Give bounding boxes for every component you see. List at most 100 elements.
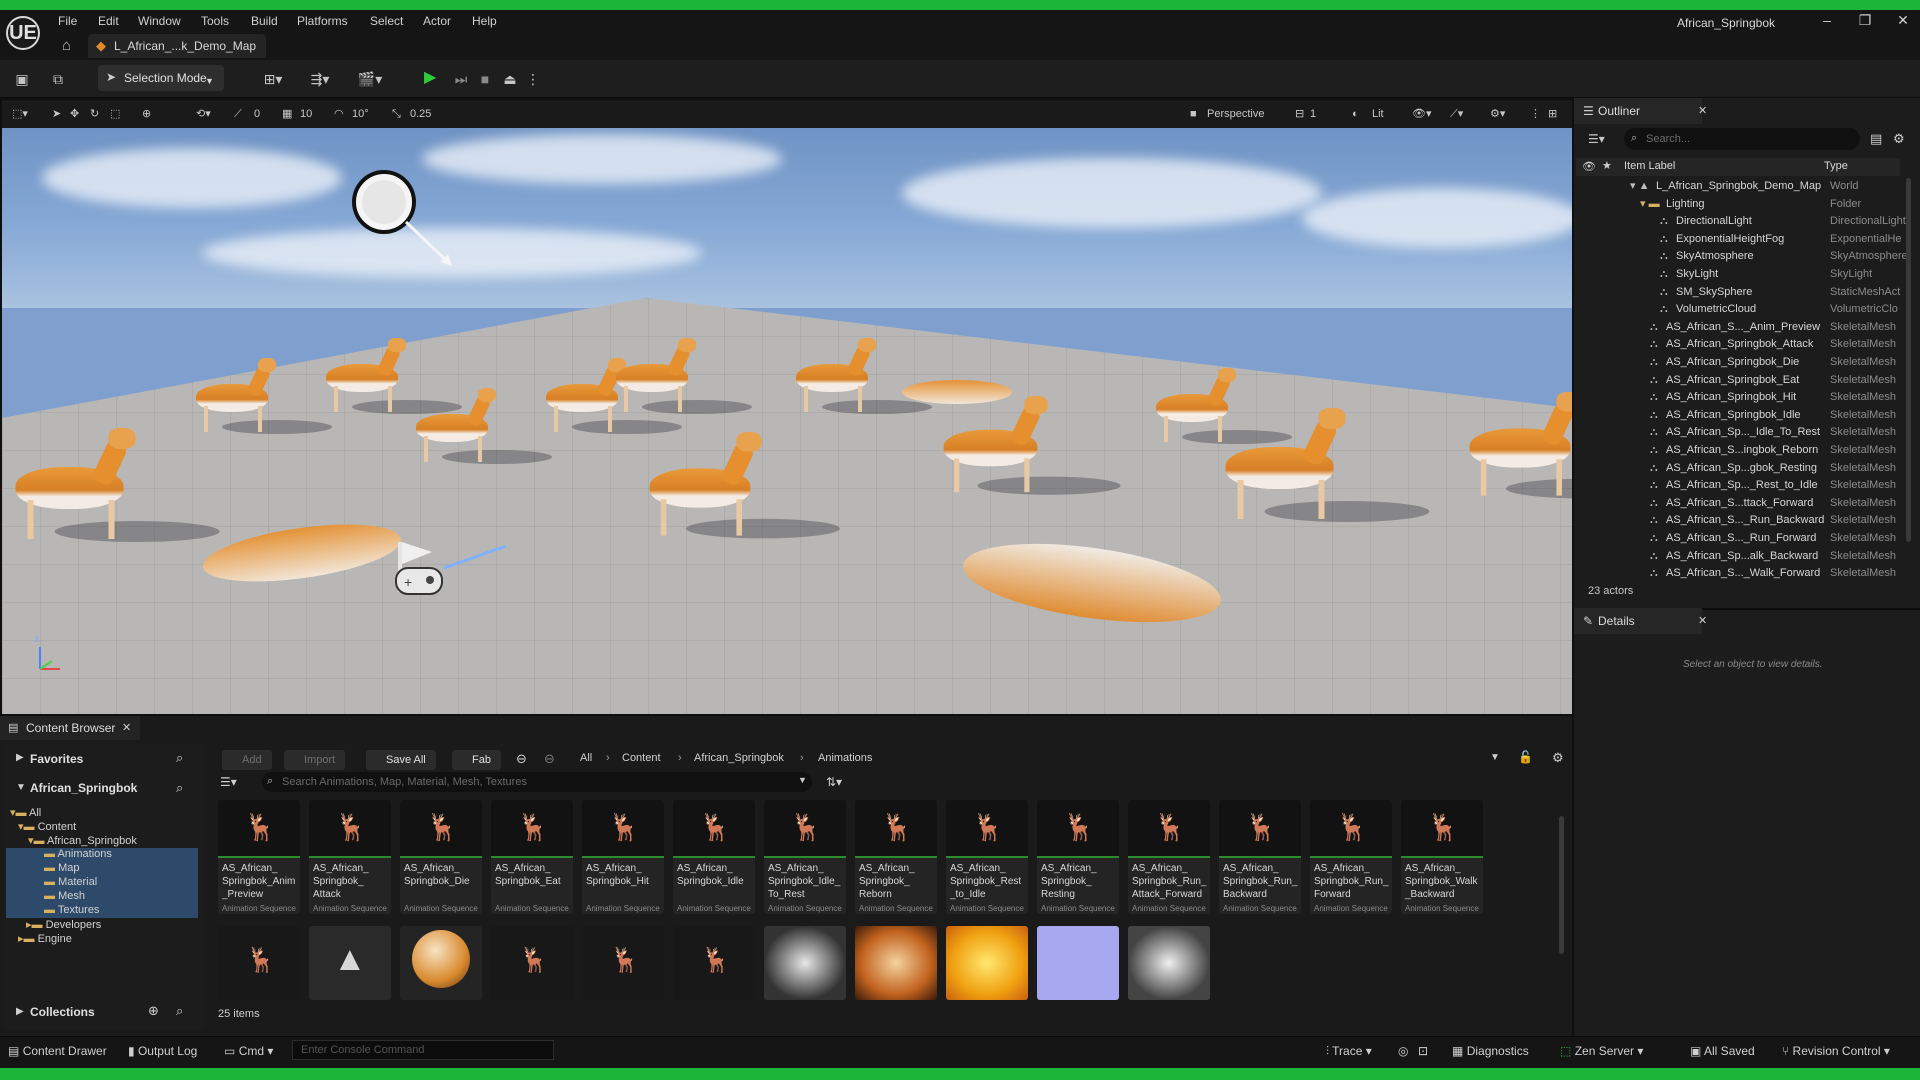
asset-tile[interactable]: 🦌 AS_African_ Springbok_ Reborn Animation … bbox=[855, 800, 937, 914]
filter-icon[interactable]: ☰▾ bbox=[220, 775, 237, 789]
texture-tile[interactable] bbox=[764, 926, 846, 1000]
asset-tile[interactable]: 🦌 AS_African_ Springbok_ Attack Animation … bbox=[309, 800, 391, 914]
home-icon[interactable]: ⌂ bbox=[62, 37, 71, 54]
unreal-logo-icon[interactable]: UE bbox=[6, 16, 40, 50]
outliner-row[interactable]: ⛬ AS_African_Springbok_Attack SkeletalMesh bbox=[1576, 336, 1906, 354]
tree-item-textures[interactable]: ▬ Textures bbox=[6, 904, 198, 918]
tree-item-animations-selected[interactable]: ▬ Animations bbox=[6, 848, 198, 862]
asset-tile[interactable]: 🦌 AS_African_ Springbok_Idle Animation Seq… bbox=[673, 800, 755, 914]
details-tab[interactable]: Details bbox=[1574, 608, 1702, 634]
springbok-actor-lying[interactable] bbox=[902, 380, 1012, 404]
outliner-row[interactable]: ⛬ AS_African_S...ttack_Forward SkeletalMes… bbox=[1576, 495, 1906, 513]
tree-item-developers[interactable]: ▸▬ Developers bbox=[26, 918, 101, 931]
import-button[interactable]: Import bbox=[284, 750, 346, 770]
asset-tile[interactable]: 🦌 AS_African_ Springbok_Anim _Preview Anim… bbox=[218, 800, 300, 914]
cinematics-icon[interactable]: 🎬▾ bbox=[354, 68, 386, 90]
eject-icon[interactable]: ⏏ bbox=[500, 68, 520, 90]
project-section[interactable]: African_Springbok bbox=[30, 781, 137, 795]
springbok-actor[interactable] bbox=[602, 338, 752, 414]
outliner-settings-icon[interactable]: ⚙ bbox=[1893, 131, 1905, 147]
asset-tile[interactable]: 🦌 AS_African_ Springbok_Rest _to_Idle Anim… bbox=[946, 800, 1028, 914]
add-button[interactable]: Add bbox=[222, 750, 272, 770]
lock-icon[interactable]: 🔓 bbox=[1518, 750, 1533, 764]
asset-tile[interactable]: ▲ bbox=[309, 926, 391, 1000]
translate-tool-icon[interactable]: ✥ bbox=[70, 106, 79, 122]
stop-icon[interactable]: ■ bbox=[476, 68, 494, 90]
diagnostics-button[interactable]: ▦ Diagnostics bbox=[1452, 1040, 1529, 1062]
content-browser-tab[interactable]: Content Browser bbox=[0, 716, 140, 740]
asset-tile[interactable]: 🦌 AS_African_ Springbok_Walk _Backward Ani… bbox=[1401, 800, 1483, 914]
trace-dropdown[interactable]: ⫶ Trace ▾ bbox=[1326, 1040, 1372, 1062]
springbok-actor[interactable] bbox=[2, 428, 220, 542]
chevron-right-icon[interactable]: ▶ bbox=[16, 1006, 24, 1017]
springbok-actor[interactable] bbox=[1205, 408, 1430, 522]
close-outliner-icon[interactable]: ✕ bbox=[1698, 104, 1707, 117]
level-viewport[interactable]: + z bbox=[2, 128, 1572, 714]
asset-tile[interactable]: 🦌 AS_African_ Springbok_Eat Animation Sequ… bbox=[491, 800, 573, 914]
asset-tile[interactable]: 🦌 AS_African_ Springbok_Hit Animation Sequ… bbox=[582, 800, 664, 914]
output-log-button[interactable]: ▮ Output Log bbox=[128, 1040, 197, 1062]
menu-select[interactable]: Select bbox=[370, 14, 403, 30]
chevron-down-icon[interactable]: ▼ bbox=[16, 782, 26, 793]
texture-tile[interactable] bbox=[1037, 926, 1119, 1000]
content-drawer-button[interactable]: ▤ Content Drawer bbox=[8, 1040, 107, 1062]
grid-snap-icon[interactable]: ▦ bbox=[282, 106, 292, 122]
content-search-input[interactable]: Search Animations, Map, Material, Mesh, … bbox=[262, 772, 812, 792]
outliner-row[interactable]: ⛬ AS_African_Sp...alk_Backward SkeletalMes… bbox=[1576, 548, 1906, 566]
scale-snap-value[interactable]: 0.25 bbox=[410, 106, 431, 122]
tree-item-material[interactable]: ▬ Material bbox=[6, 876, 198, 890]
outliner-scrollbar[interactable] bbox=[1906, 178, 1911, 542]
realtime-icon[interactable]: ⟋▾ bbox=[1450, 106, 1463, 122]
springbok-actor[interactable] bbox=[630, 432, 840, 539]
menu-edit[interactable]: Edit bbox=[98, 14, 119, 30]
layout-grid-icon[interactable]: ⊞ bbox=[1548, 106, 1557, 122]
map-tab[interactable]: L_African_...k_Demo_Map bbox=[88, 34, 266, 58]
fab-button[interactable]: Fab bbox=[452, 750, 501, 770]
grid-snap-value[interactable]: 10 bbox=[300, 106, 312, 122]
outliner-search-input[interactable]: Search... bbox=[1624, 128, 1860, 150]
source-control-icon[interactable]: ⧉ bbox=[48, 68, 68, 90]
scale-snap-icon[interactable]: ⤡ bbox=[392, 106, 401, 122]
save-icon[interactable]: ▣ bbox=[12, 68, 32, 90]
outliner-row[interactable]: ⛬ AS_African_Sp..._Idle_To_Rest SkeletalMe… bbox=[1576, 424, 1906, 442]
menu-build[interactable]: Build bbox=[251, 14, 278, 30]
outliner-row[interactable]: ⛬ SM_SkySphere StaticMeshAct bbox=[1576, 284, 1906, 302]
menu-actor[interactable]: Actor bbox=[423, 14, 451, 30]
springbok-actor[interactable] bbox=[926, 396, 1121, 495]
project-search-icon[interactable]: ⌕ bbox=[176, 780, 183, 796]
translate-snap-value[interactable]: 0 bbox=[254, 106, 260, 122]
close-content-browser-icon[interactable]: ✕ bbox=[122, 721, 131, 734]
outliner-row[interactable]: ⛬ AS_African_Springbok_Hit SkeletalMesh bbox=[1576, 389, 1906, 407]
asset-tile[interactable]: 🦌 AS_African_ Springbok_Run_ Forward Anima… bbox=[1310, 800, 1392, 914]
tree-item-mesh[interactable]: ▬ Mesh bbox=[6, 890, 198, 904]
tree-item-map[interactable]: ▬ Map bbox=[6, 862, 198, 876]
texture-tile[interactable] bbox=[1128, 926, 1210, 1000]
menu-window[interactable]: Window bbox=[138, 14, 181, 30]
asset-tile[interactable]: 🦌 AS_African_ Springbok_ Resting Animation… bbox=[1037, 800, 1119, 914]
outliner-row[interactable]: ⛬ ExponentialHeightFog ExponentialHe bbox=[1576, 231, 1906, 249]
collections-search-icon[interactable]: ⌕ bbox=[176, 1003, 183, 1019]
outliner-row[interactable]: ⛬ AS_African_Sp..._Rest_to_Idle SkeletalMe… bbox=[1576, 477, 1906, 495]
tree-item-african-springbok[interactable]: ▾▬ African_Springbok bbox=[28, 834, 137, 847]
asset-tile[interactable]: 🦌 AS_African_ Springbok_Run_ Attack_Forwa… bbox=[1128, 800, 1210, 914]
asset-tile[interactable]: 🦌 bbox=[491, 926, 573, 1000]
asset-grid-scrollbar[interactable] bbox=[1559, 816, 1564, 954]
world-space-icon[interactable]: ⊕ bbox=[142, 106, 151, 122]
favorite-column-icon[interactable]: ★ bbox=[1602, 159, 1612, 172]
springbok-actor[interactable] bbox=[182, 358, 332, 434]
zen-server-dropdown[interactable]: ⬚ Zen Server ▾ bbox=[1560, 1040, 1643, 1062]
springbok-actor[interactable] bbox=[782, 338, 932, 414]
transform-mode-icon[interactable]: ⬚▾ bbox=[12, 106, 28, 122]
outliner-row[interactable]: ⛬ AS_African_Springbok_Eat SkeletalMesh bbox=[1576, 372, 1906, 390]
asset-tile[interactable]: 🦌 bbox=[673, 926, 755, 1000]
asset-tile[interactable]: 🦌 AS_African_ Springbok_Idle_ To_Rest Anim… bbox=[764, 800, 846, 914]
perspective-dropdown[interactable]: Perspective bbox=[1207, 106, 1264, 122]
collections-section[interactable]: Collections bbox=[30, 1005, 95, 1019]
add-actor-icon[interactable]: ⊞▾ bbox=[258, 68, 288, 90]
item-label-column-header[interactable]: Item Label bbox=[1624, 160, 1675, 172]
asset-tile[interactable]: 🦌 AS_African_ Springbok_Die Animation Sequ… bbox=[400, 800, 482, 914]
springbok-actor[interactable] bbox=[1450, 392, 1572, 499]
sort-icon[interactable]: ⇅▾ bbox=[826, 775, 842, 789]
record-icon[interactable]: ◎ bbox=[1398, 1040, 1408, 1062]
maximize-button[interactable]: ❐ bbox=[1850, 12, 1880, 32]
